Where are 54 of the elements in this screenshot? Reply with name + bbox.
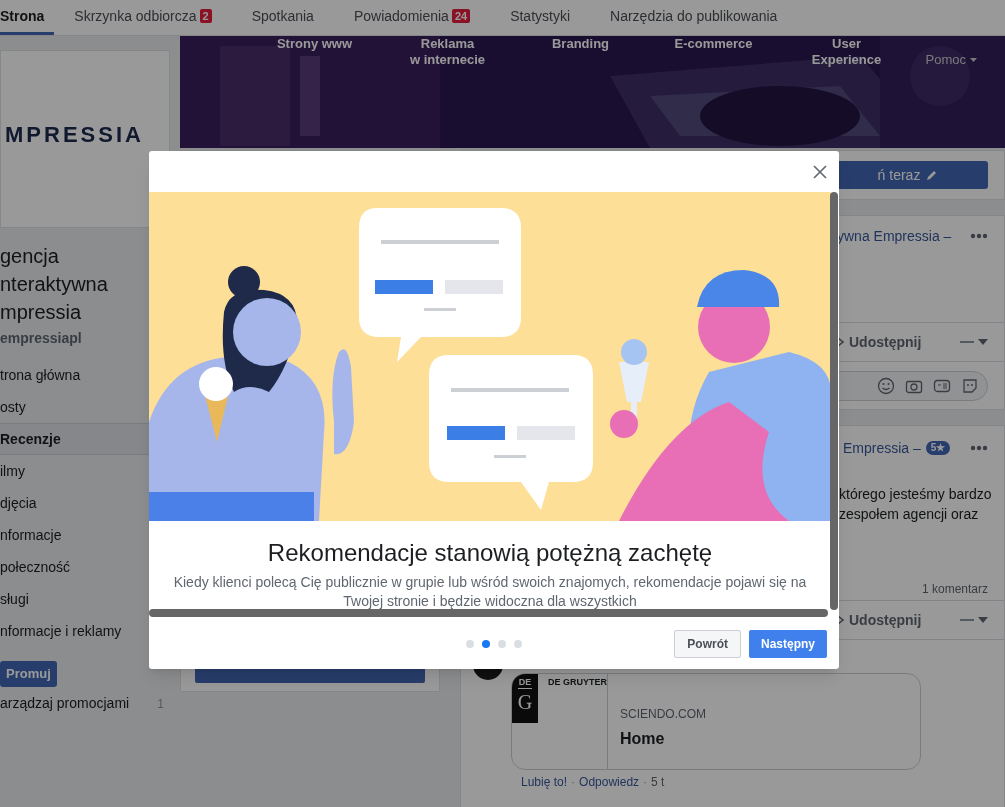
reply-link[interactable]: Odpowiedz — [579, 773, 640, 791]
link-title: Home — [620, 729, 666, 749]
emoji-icon[interactable] — [877, 377, 895, 395]
page-name: nteraktywna — [0, 272, 109, 297]
horizontal-scrollbar[interactable] — [149, 609, 828, 617]
separator-dot: · — [643, 774, 648, 791]
caret-icon[interactable] — [978, 339, 988, 345]
close-icon[interactable] — [813, 164, 827, 179]
page-tab[interactable]: Skrzynka odbiorcza 2 — [54, 0, 232, 35]
page-tab[interactable]: Strona — [0, 0, 55, 35]
count-badge: 2 — [199, 9, 212, 23]
page-name: mpressia — [0, 300, 83, 325]
service-label: E-commerce — [673, 36, 754, 53]
manage-promotions-link[interactable]: arządzaj promocjami — [0, 693, 130, 714]
service-label: Reklama w internecie — [408, 36, 487, 69]
rating-badge: 5★ — [925, 441, 951, 455]
service-label: Branding — [550, 36, 611, 53]
dialog-description: Kiedy klienci polecą Cię publicznie w grupie lub wśród swoich znajomych, rekomendacje pojawi się na Twojej stronie i będzie widoczna dla wszystkich — [172, 573, 808, 611]
help-menu[interactable]: Pomoc — [925, 50, 977, 70]
gif-icon[interactable] — [933, 377, 951, 395]
caret-icon[interactable] — [978, 617, 988, 623]
publisher-logo: DE G — [512, 674, 538, 723]
post-text: którego jesteśmy bardzo — [839, 485, 993, 504]
more-icon[interactable] — [970, 233, 988, 239]
promote-button[interactable]: Promuj — [0, 661, 57, 687]
vertical-scrollbar[interactable] — [830, 192, 838, 610]
page-tab[interactable]: Spotkania — [231, 0, 334, 35]
comment-count[interactable]: 1 komentarz — [921, 580, 988, 600]
back-button[interactable]: Powrót — [674, 629, 741, 658]
separator-dot: · — [571, 774, 576, 791]
page-tab[interactable]: Powiadomienia 24 — [333, 0, 491, 35]
publisher-name: DE GRUYTER — [548, 676, 607, 689]
service-label: User Experience — [810, 36, 883, 69]
link-preview-card[interactable]: DE G DE GRUYTER SCIENDO.COM Home — [511, 673, 921, 770]
pencil-icon — [926, 169, 939, 181]
like-link[interactable]: Lubię to! — [521, 773, 568, 791]
page-name: gencja — [0, 244, 60, 269]
service-label: Strony www — [275, 36, 354, 53]
page-tab[interactable]: Statystyki — [490, 0, 591, 35]
link-domain: SCIENDO.COM — [620, 706, 706, 723]
share-button[interactable]: Udostępnij — [849, 609, 922, 631]
page-tab[interactable]: Narzędzia do publikowania — [590, 0, 798, 35]
share-button[interactable]: Udostępnij — [849, 331, 922, 353]
caret-icon — [970, 57, 977, 62]
next-button[interactable]: Następny — [748, 629, 827, 658]
dialog-title: Rekomendacje stanowią potężną zachętę — [266, 539, 714, 567]
more-icon[interactable] — [970, 445, 988, 451]
post-author[interactable]: Empressia – — [843, 437, 921, 459]
comment-time: 5 t — [651, 774, 665, 791]
post-text: zespołem agencji oraz — [839, 505, 980, 524]
sticker-icon[interactable] — [961, 377, 979, 395]
page-username: empressiapl — [0, 329, 83, 348]
logo-text: MPRESSIA — [5, 121, 144, 149]
count-badge: 24 — [451, 9, 471, 23]
